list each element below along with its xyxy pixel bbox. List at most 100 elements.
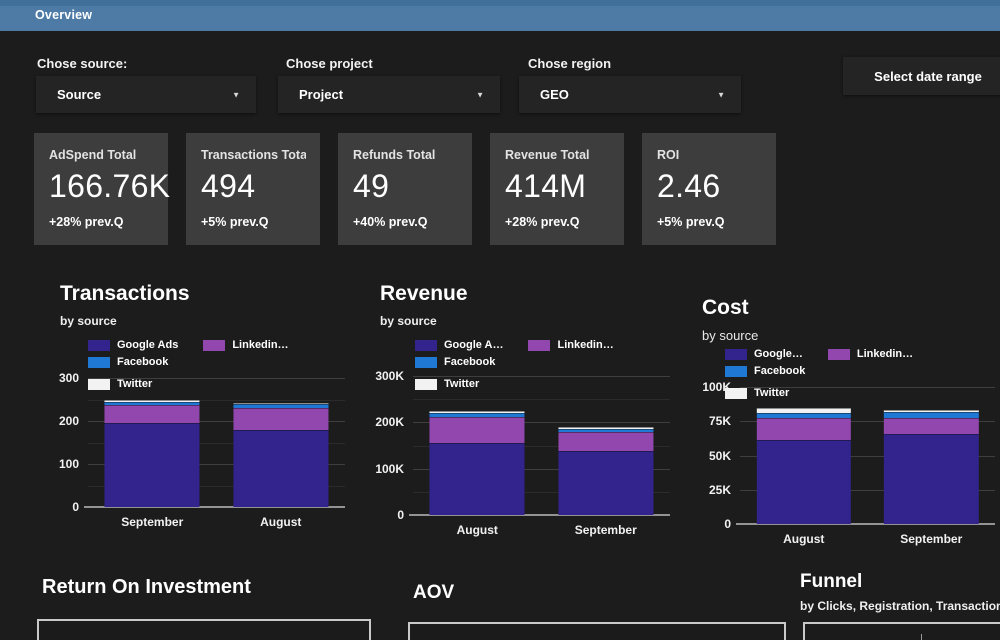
bar-segment-linkedin[interactable] [884,418,978,434]
x-tick-label: September [121,515,183,529]
dashboard-page: Overview Chose source: Source ▼ Chose pr… [0,0,1000,640]
tab-overview[interactable]: Overview [35,8,92,22]
header-bar: Overview [0,0,1000,31]
bar-segment-linkedin[interactable] [233,408,328,430]
roi-panel [37,619,371,640]
chevron-down-icon: ▼ [476,90,484,99]
chart-subtitle: by source [60,314,370,328]
legend-item: Google… [725,348,803,360]
chart-subtitle: by source [702,328,1000,343]
kpi-delta: +28% prev.Q [505,215,610,229]
select-date-range-button[interactable]: Select date range [843,57,1000,95]
kpi-value: 49 [353,168,458,205]
legend-label: Google A… [444,339,503,351]
chevron-down-icon: ▼ [717,90,725,99]
y-tick-label: 75K [709,414,731,428]
y-tick-label: 0 [724,517,731,531]
x-tick-label: August [260,515,301,529]
legend-item: Linkedin… [528,339,613,351]
legend-swatch-icon [88,357,110,368]
y-tick-label: 0 [397,508,404,522]
funnel-gridline [921,634,922,640]
legend-swatch-icon [415,340,437,351]
legend-swatch-icon [415,357,437,368]
kpi-value: 166.76K [49,168,154,205]
legend-label: Google… [754,348,803,360]
kpi-delta: +40% prev.Q [353,215,458,229]
legend-label: Google Ads [117,339,178,351]
kpi-value: 414M [505,168,610,205]
project-dropdown[interactable]: Project ▼ [278,76,500,113]
legend-item: Google Ads [88,339,178,351]
legend-swatch-icon [528,340,550,351]
bar-september[interactable] [105,378,200,507]
legend-item: Facebook [88,356,168,368]
legend-label: Facebook [117,356,168,368]
project-dropdown-value: Project [299,87,343,102]
legend-item: Linkedin… [203,339,288,351]
bar-segment-linkedin[interactable] [757,418,851,441]
chart-title: Revenue [380,282,680,306]
bar-segment-linkedin[interactable] [558,432,653,451]
revenue-chart: Revenue by source Google A… Linkedin… Face… [380,282,680,542]
bar-segment-google[interactable] [884,434,978,524]
kpi-card-transactions: Transactions Total 494 +5% prev.Q [186,133,320,245]
legend-item: Google A… [415,339,503,351]
bar-september[interactable] [884,387,978,524]
legend-swatch-icon [88,340,110,351]
project-filter-label: Chose project [286,56,373,71]
bar-segment-googleads[interactable] [233,430,328,507]
kpi-card-revenue: Revenue Total 414M +28% prev.Q [490,133,624,245]
x-tick-label: August [457,523,498,537]
funnel-panel [803,622,1000,640]
legend-swatch-icon [203,340,225,351]
source-filter-label: Chose source: [37,56,127,71]
funnel-section-title: Funnel [800,571,862,593]
y-tick-label: 100K [375,462,404,476]
source-dropdown-value: Source [57,87,101,102]
legend-item: Facebook [415,356,495,368]
legend-swatch-icon [725,366,747,377]
legend-label: Linkedin… [857,348,913,360]
y-tick-label: 25K [709,483,731,497]
legend-label: Facebook [444,356,495,368]
y-tick-label: 300 [59,371,79,385]
y-tick-label: 0 [72,500,79,514]
chart-plot: 100K75K50K25K0AugustSeptember [740,387,995,524]
bar-segment-linkedin[interactable] [430,417,525,443]
legend-swatch-icon [828,349,850,360]
y-tick-label: 50K [709,449,731,463]
bar-august[interactable] [233,378,328,507]
kpi-label: Refunds Total [353,148,458,162]
y-tick-label: 100 [59,457,79,471]
kpi-value: 494 [201,168,306,205]
y-tick-label: 200K [375,415,404,429]
bar-segment-linkedin[interactable] [105,405,200,423]
region-filter-label: Chose region [528,56,611,71]
kpi-card-roi: ROI 2.46 +5% prev.Q [642,133,776,245]
bar-august[interactable] [430,376,525,515]
chart-subtitle: by source [380,314,680,328]
bar-september[interactable] [558,376,653,515]
bar-august[interactable] [757,387,851,524]
region-dropdown[interactable]: GEO ▼ [519,76,741,113]
x-tick-label: August [783,532,824,546]
kpi-card-refunds: Refunds Total 49 +40% prev.Q [338,133,472,245]
aov-panel [408,622,786,640]
x-tick-label: September [575,523,637,537]
x-tick-label: September [900,532,962,546]
chart-plot: 300K200K100K0AugustSeptember [413,376,670,515]
chart-plot: 3002001000SeptemberAugust [88,378,345,507]
kpi-value: 2.46 [657,168,762,205]
kpi-label: Revenue Total [505,148,610,162]
bar-segment-googleads[interactable] [105,423,200,507]
kpi-label: Transactions Total [201,148,306,162]
bar-segment-google[interactable] [757,440,851,524]
source-dropdown[interactable]: Source ▼ [36,76,256,113]
bar-segment-googlea[interactable] [558,451,653,515]
bar-segment-googlea[interactable] [430,443,525,515]
kpi-delta: +5% prev.Q [201,215,306,229]
cost-chart: Cost by source Google…Linkedin…FacebookT… [702,296,1000,556]
chart-title: Cost [702,296,1000,320]
kpi-label: AdSpend Total [49,148,154,162]
